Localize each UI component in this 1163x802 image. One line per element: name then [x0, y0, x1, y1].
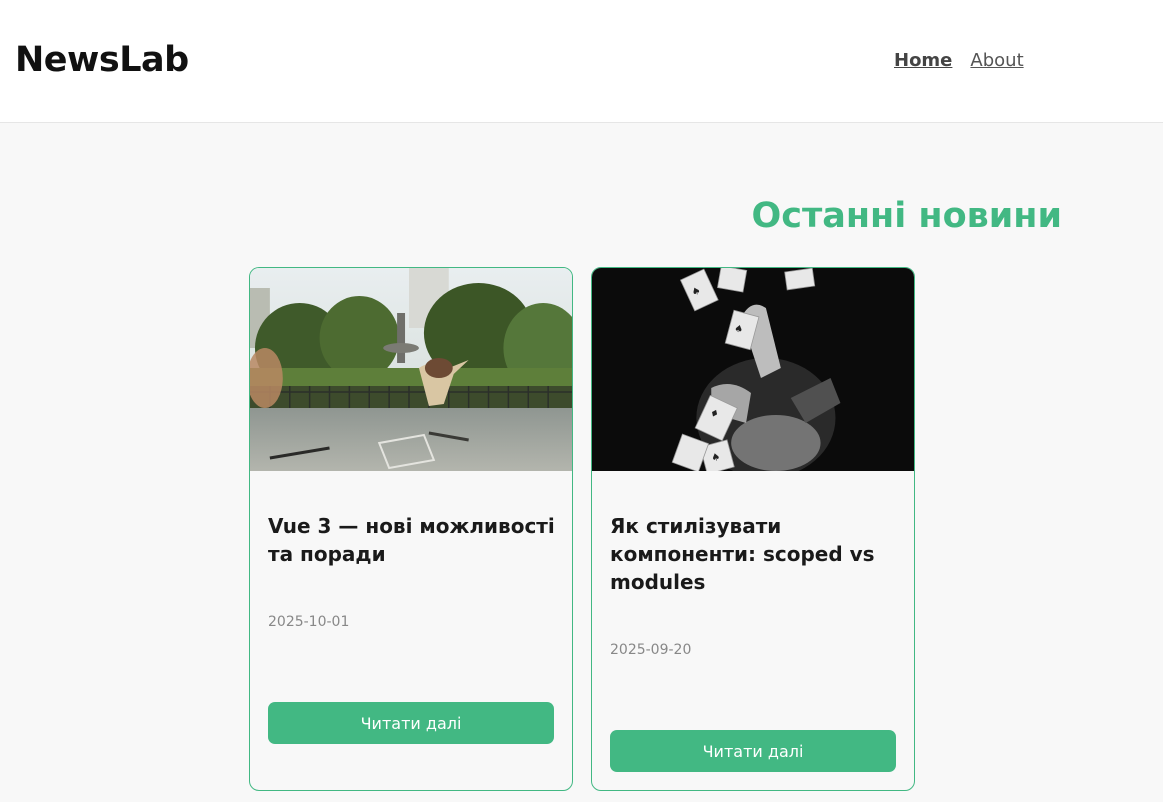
news-card-title[interactable]: Як стилізувати компоненти: scoped vs mod… — [610, 512, 900, 596]
nav-link-about[interactable]: About — [970, 50, 1023, 71]
news-card: Vue 3 — нові можливості та поради 2025-1… — [249, 267, 573, 791]
nav-link-home[interactable]: Home — [894, 50, 952, 71]
news-card: ♠ ♠ ♦ ♠ Як стилізувати компоненти: scope… — [591, 267, 915, 791]
read-more-button[interactable]: Читати далі — [268, 702, 554, 744]
section-title: Останні новини — [751, 196, 1062, 236]
park-skateboard-photo — [250, 268, 572, 471]
site-logo[interactable]: NewsLab — [15, 40, 189, 80]
site-header: NewsLab Home About — [0, 0, 1163, 123]
news-card-date: 2025-10-01 — [268, 614, 350, 630]
news-card-image[interactable] — [250, 268, 572, 471]
read-more-button[interactable]: Читати далі — [610, 730, 896, 772]
playing-cards-photo: ♠ ♠ ♦ ♠ — [592, 268, 914, 471]
news-card-date: 2025-09-20 — [610, 642, 692, 658]
news-card-title[interactable]: Vue 3 — нові можливості та поради — [268, 512, 558, 568]
main-nav: Home About — [894, 50, 1024, 71]
news-card-image[interactable]: ♠ ♠ ♦ ♠ — [592, 268, 914, 471]
